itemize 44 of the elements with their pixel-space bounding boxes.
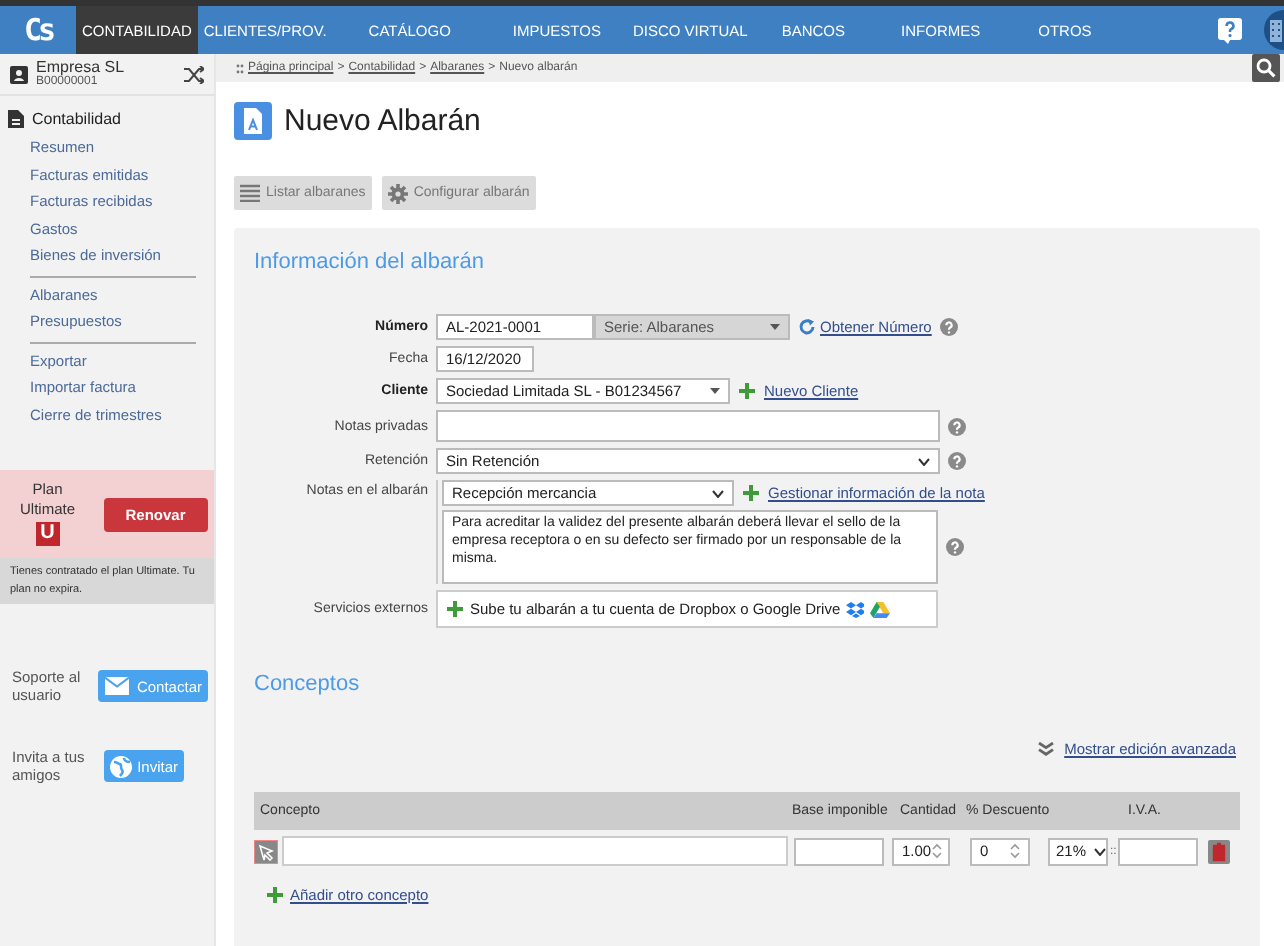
caret-icon — [710, 388, 720, 394]
help-icon — [948, 452, 966, 470]
caret-icon — [1094, 847, 1107, 855]
total-field[interactable] — [1118, 837, 1199, 865]
avatar-icon[interactable] — [1258, 10, 1284, 50]
help-icon — [946, 538, 964, 556]
gear-icon — [387, 183, 408, 203]
section-heading: Información del albarán — [254, 250, 486, 274]
section-title: Contabilidad — [32, 110, 121, 128]
plus-icon — [266, 886, 284, 904]
caret-icon — [770, 324, 780, 330]
plus-icon — [742, 484, 760, 502]
id-card-icon — [10, 65, 28, 83]
caret-icon — [918, 457, 930, 465]
search-icon[interactable] — [1252, 54, 1280, 82]
dropbox-icon[interactable] — [846, 601, 865, 617]
page-title: Nuevo Albarán — [284, 104, 481, 138]
mail-icon — [104, 676, 131, 697]
spinner-icon[interactable] — [931, 842, 942, 860]
refresh-icon[interactable] — [798, 318, 816, 336]
company-name: Empresa SL — [36, 60, 127, 76]
section-heading: Conceptos — [254, 672, 362, 696]
private-notes-field[interactable] — [436, 410, 940, 442]
help-icon[interactable] — [1218, 17, 1242, 43]
drive-icon[interactable] — [870, 601, 891, 617]
plan-badge: U — [35, 521, 60, 546]
help-icon — [939, 318, 958, 336]
concept-field[interactable] — [282, 836, 788, 866]
cursor-icon[interactable] — [254, 839, 278, 863]
help-icon — [948, 417, 966, 435]
double-chevron-icon — [1038, 742, 1055, 756]
base-field[interactable] — [794, 837, 884, 865]
plus-icon — [446, 600, 464, 618]
document-icon — [8, 110, 24, 128]
document-icon — [234, 102, 272, 140]
trash-icon[interactable] — [1208, 839, 1231, 863]
spinner-icon[interactable] — [1010, 842, 1020, 860]
app-logo[interactable]: Cs — [0, 6, 76, 54]
plus-icon — [738, 382, 756, 400]
list-icon — [240, 184, 260, 202]
dots-icon — [236, 63, 244, 73]
shuffle-icon[interactable] — [184, 65, 204, 83]
globe-icon — [109, 755, 132, 778]
caret-icon — [712, 489, 724, 497]
